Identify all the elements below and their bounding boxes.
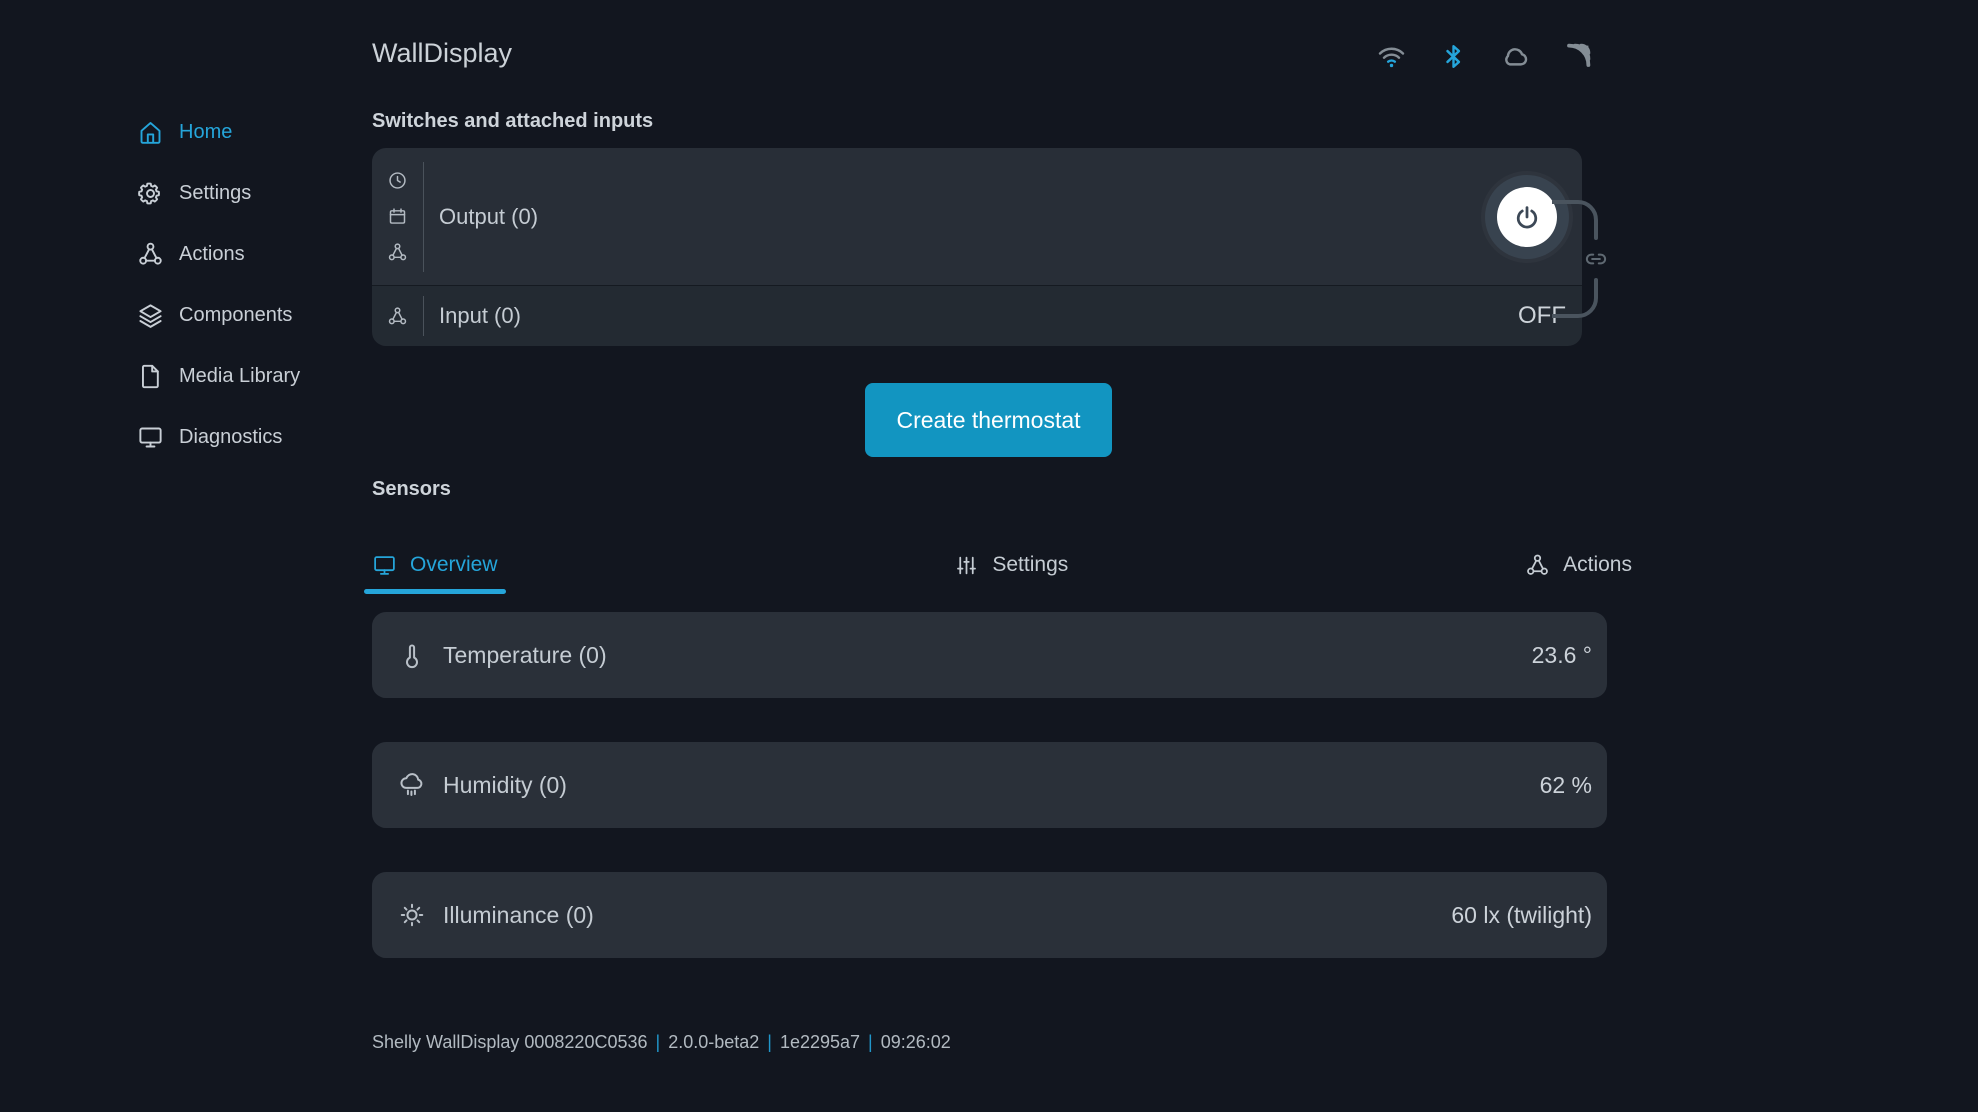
footer-version: 2.0.0-beta2	[668, 1032, 759, 1052]
sidebar-item-components[interactable]: Components	[137, 295, 300, 335]
divider	[423, 296, 424, 336]
switches-card: Output (0) Input (0) OFF	[372, 148, 1582, 346]
tab-settings[interactable]: Settings	[954, 553, 1068, 578]
footer-separator: |	[656, 1032, 661, 1052]
sensor-label: Temperature (0)	[443, 642, 607, 669]
sidebar: Home Settings Actions	[137, 112, 300, 457]
walldisplay-app: WallDisplay	[0, 0, 1978, 1112]
sidebar-item-media-library[interactable]: Media Library	[137, 356, 300, 396]
footer-device: Shelly WallDisplay 0008220C0536	[372, 1032, 648, 1052]
divider	[423, 162, 424, 272]
sensor-value: 23.6 °	[1532, 642, 1607, 669]
actions-icon	[387, 242, 408, 263]
tab-overview[interactable]: Overview	[372, 553, 498, 578]
sidebar-item-label: Settings	[179, 182, 251, 205]
sensor-value: 60 lx (twilight)	[1451, 902, 1607, 929]
tab-actions[interactable]: Actions	[1525, 553, 1632, 578]
humidity-icon	[398, 771, 426, 799]
broadcast-icon	[1563, 42, 1592, 71]
sidebar-item-label: Diagnostics	[179, 426, 282, 449]
tab-label: Overview	[410, 553, 498, 577]
input-label: Input (0)	[439, 303, 521, 329]
sensor-row-humidity[interactable]: Humidity (0) 62 %	[372, 742, 1607, 828]
sidebar-item-label: Components	[179, 304, 292, 327]
sidebar-item-label: Actions	[179, 243, 245, 266]
sidebar-item-settings[interactable]: Settings	[137, 173, 300, 213]
sliders-icon	[954, 553, 979, 578]
layers-icon	[137, 302, 164, 329]
wifi-icon	[1377, 42, 1406, 71]
sensors-heading: Sensors	[372, 478, 451, 501]
status-bar	[1377, 42, 1592, 71]
sidebar-item-label: Home	[179, 121, 232, 144]
sensor-label: Illuminance (0)	[443, 902, 594, 929]
sidebar-item-diagnostics[interactable]: Diagnostics	[137, 417, 300, 457]
sidebar-item-home[interactable]: Home	[137, 112, 300, 152]
cloud-icon	[1501, 42, 1530, 71]
switches-heading: Switches and attached inputs	[372, 110, 653, 133]
input-icon-column	[372, 306, 423, 327]
footer-separator: |	[767, 1032, 772, 1052]
output-icon-column	[372, 170, 423, 263]
page-title: WallDisplay	[372, 38, 512, 69]
clock-icon	[387, 170, 408, 191]
output-label: Output (0)	[439, 204, 538, 230]
device-info-footer: Shelly WallDisplay 0008220C0536 | 2.0.0-be…	[372, 1032, 951, 1053]
actions-icon	[1525, 553, 1550, 578]
bluetooth-icon	[1439, 42, 1468, 71]
sidebar-item-label: Media Library	[179, 365, 300, 388]
gear-icon	[137, 180, 164, 207]
sensor-label: Humidity (0)	[443, 772, 567, 799]
link-icon	[1587, 255, 1605, 264]
actions-icon	[387, 306, 408, 327]
output-input-link-connector	[1552, 198, 1612, 334]
footer-separator: |	[868, 1032, 873, 1052]
sensor-row-illuminance[interactable]: Illuminance (0) 60 lx (twilight)	[372, 872, 1607, 958]
monitor-icon	[372, 553, 397, 578]
create-thermostat-button[interactable]: Create thermostat	[865, 383, 1112, 457]
tab-label: Settings	[992, 553, 1068, 577]
output-row[interactable]: Output (0)	[372, 148, 1582, 285]
actions-icon	[137, 241, 164, 268]
sensor-value: 62 %	[1540, 772, 1607, 799]
sensor-row-temperature[interactable]: Temperature (0) 23.6 °	[372, 612, 1607, 698]
footer-time: 09:26:02	[881, 1032, 951, 1052]
input-row[interactable]: Input (0) OFF	[372, 286, 1582, 346]
footer-build: 1e2295a7	[780, 1032, 860, 1052]
sidebar-item-actions[interactable]: Actions	[137, 234, 300, 274]
file-icon	[137, 363, 164, 390]
home-icon	[137, 119, 164, 146]
calendar-icon	[387, 206, 408, 227]
sun-icon	[398, 901, 426, 929]
monitor-icon	[137, 424, 164, 451]
sensors-tabs: Overview Settings Actions	[372, 545, 1632, 585]
tab-label: Actions	[1563, 553, 1632, 577]
thermometer-icon	[398, 641, 426, 669]
power-button[interactable]	[1497, 187, 1557, 247]
